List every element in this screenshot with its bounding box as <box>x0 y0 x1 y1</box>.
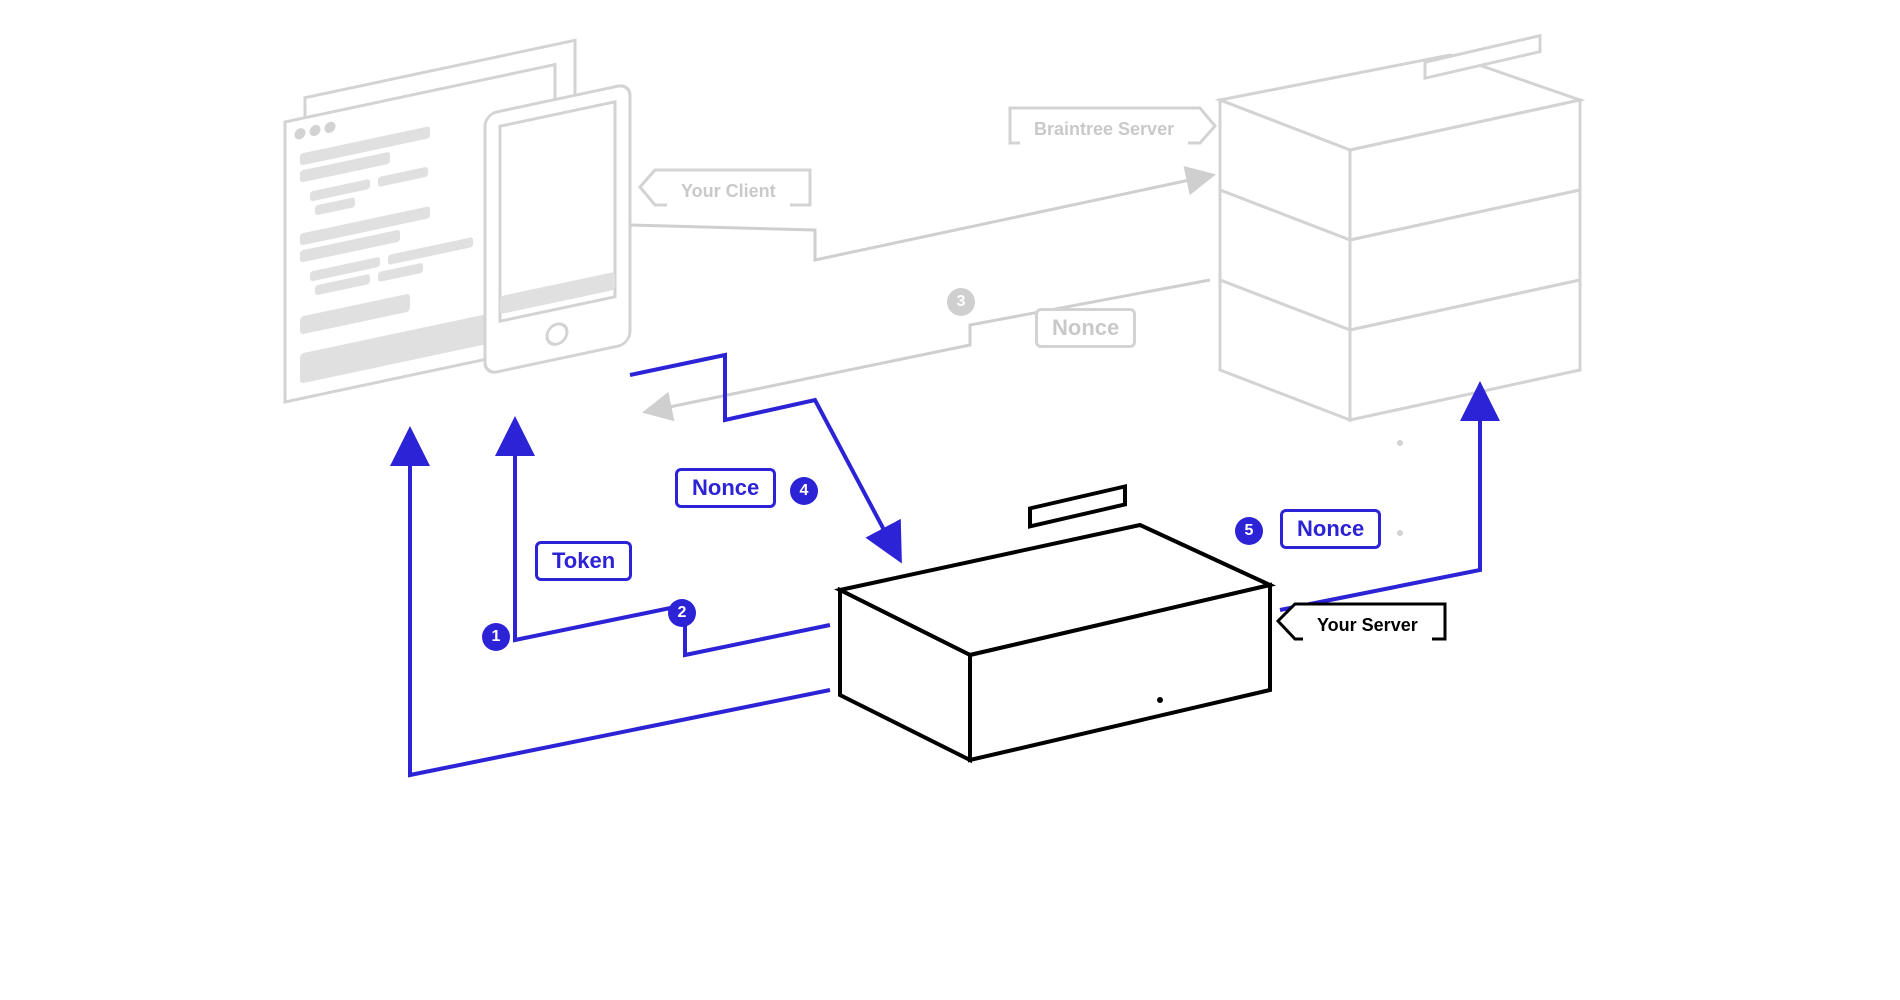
your-client-label: Your Client <box>667 173 790 210</box>
step-2-badge: 2 <box>668 599 696 627</box>
step-5-badge: 5 <box>1235 517 1263 545</box>
your-server-label: Your Server <box>1303 607 1432 644</box>
token-label: Token <box>535 541 632 581</box>
step-3-badge: 3 <box>947 288 975 316</box>
nonce-label-right: Nonce <box>1280 509 1381 549</box>
braintree-flow-diagram: Your Client Braintree Server Your Server… <box>200 30 1700 830</box>
arrow-5-nonce-server-to-braintree <box>1280 385 1480 610</box>
braintree-server-label: Braintree Server <box>1020 111 1188 148</box>
braintree-server-icon <box>1220 30 1580 626</box>
nonce-label-mid: Nonce <box>675 468 776 508</box>
client-mobile-icon <box>485 84 630 375</box>
nonce-label-top: Nonce <box>1035 308 1136 348</box>
step-1-badge: 1 <box>482 623 510 651</box>
your-server-icon <box>840 486 1270 760</box>
step-4-badge: 4 <box>790 477 818 505</box>
